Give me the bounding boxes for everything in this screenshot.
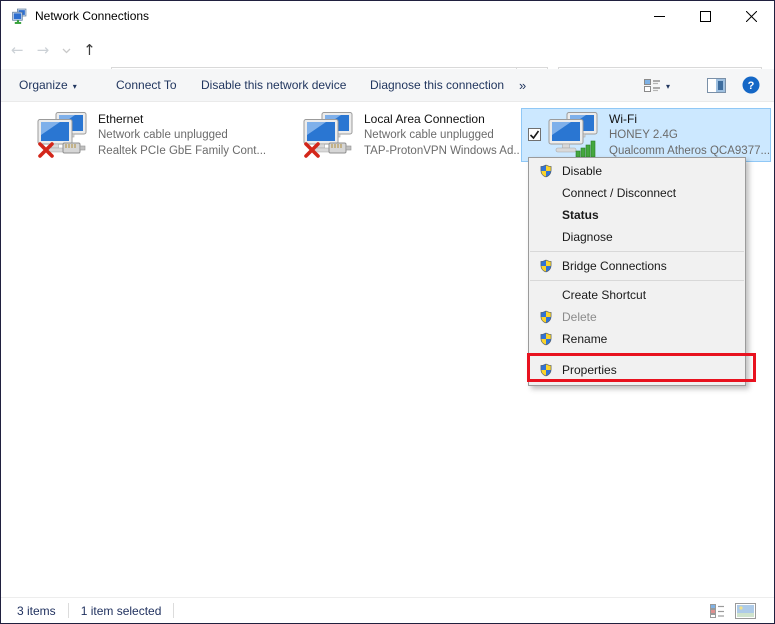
connection-name: Ethernet xyxy=(98,111,266,127)
svg-text:?: ? xyxy=(748,80,755,92)
details-view-icon[interactable] xyxy=(710,604,725,618)
diagnose-connection-label: Diagnose this connection xyxy=(370,78,504,92)
menu-item-label: Bridge Connections xyxy=(562,259,667,273)
connect-to-label: Connect To xyxy=(116,78,177,92)
menu-item-label: Create Shortcut xyxy=(562,288,646,302)
maximize-icon xyxy=(700,11,711,22)
disable-device-button[interactable]: Disable this network device xyxy=(201,69,346,101)
maximize-button[interactable] xyxy=(682,1,728,31)
organize-dropdown-icon: ▾ xyxy=(73,82,77,91)
uac-shield-icon xyxy=(539,332,553,346)
connection-status: Network cable unplugged xyxy=(98,127,266,143)
status-bar: 3 items 1 item selected xyxy=(1,597,774,623)
connection-name: Local Area Connection xyxy=(364,111,519,127)
navigation-bar: ← → ↑ « › Network and Internet › Network… xyxy=(1,31,774,69)
views-button[interactable]: ▾ xyxy=(644,69,670,101)
selection-count: 1 item selected xyxy=(81,604,162,618)
up-icon[interactable]: ↑ xyxy=(83,43,96,58)
menu-separator xyxy=(530,353,744,354)
menu-item-properties[interactable]: Properties xyxy=(529,357,745,383)
uac-shield-icon xyxy=(539,259,553,273)
uac-shield-icon xyxy=(539,164,553,178)
connect-to-button[interactable]: Connect To xyxy=(116,69,177,101)
wifi-context-menu: Disable Connect / Disconnect Status Diag… xyxy=(528,157,746,386)
menu-item-disable[interactable]: Disable xyxy=(529,160,745,182)
menu-item-delete: Delete xyxy=(529,306,745,328)
minimize-icon xyxy=(654,11,665,22)
menu-item-label: Properties xyxy=(562,363,617,377)
uac-shield-icon xyxy=(539,363,553,377)
items-count: 3 items xyxy=(17,604,56,618)
close-button[interactable] xyxy=(728,1,774,31)
menu-item-connect-disconnect[interactable]: Connect / Disconnect xyxy=(529,182,745,204)
connection-device: Realtek PCIe GbE Family Cont... xyxy=(98,143,266,159)
preview-pane-icon xyxy=(707,78,726,93)
help-button[interactable]: ? xyxy=(742,69,760,101)
toolbar-overflow-icon: » xyxy=(519,78,526,93)
menu-item-create-shortcut[interactable]: Create Shortcut xyxy=(529,284,745,306)
title-bar: Network Connections xyxy=(1,1,774,31)
menu-separator xyxy=(530,251,744,252)
close-icon xyxy=(746,11,757,22)
preview-pane-button[interactable] xyxy=(707,69,726,101)
disable-device-label: Disable this network device xyxy=(201,78,346,92)
menu-item-status[interactable]: Status xyxy=(529,204,745,226)
menu-item-label: Rename xyxy=(562,332,607,346)
connection-name: Wi-Fi xyxy=(609,111,770,127)
wifi-selected-checkbox[interactable] xyxy=(528,128,541,141)
connection-info: Local Area Connection Network cable unpl… xyxy=(364,111,519,159)
lan-unplugged-icon xyxy=(302,112,354,158)
statusbar-divider xyxy=(68,603,69,618)
menu-item-label: Diagnose xyxy=(562,230,613,244)
window-title: Network Connections xyxy=(35,9,149,23)
connection-tile-wifi[interactable]: Wi-Fi HONEY 2.4G Qualcomm Atheros QCA937… xyxy=(521,108,771,162)
organize-button[interactable]: Organize ▾ xyxy=(19,69,77,101)
menu-item-label: Status xyxy=(562,208,599,222)
menu-item-label: Connect / Disconnect xyxy=(562,186,676,200)
diagnose-connection-button[interactable]: Diagnose this connection xyxy=(370,69,504,101)
menu-item-diagnose[interactable]: Diagnose xyxy=(529,226,745,248)
menu-item-bridge-connections[interactable]: Bridge Connections xyxy=(529,255,745,277)
network-connections-window: Network Connections ← → ↑ xyxy=(0,0,775,624)
connection-status: Network cable unplugged xyxy=(364,127,519,143)
uac-shield-icon xyxy=(539,310,553,324)
connection-tile-local-area[interactable]: Local Area Connection Network cable unpl… xyxy=(297,109,519,161)
menu-separator xyxy=(530,280,744,281)
nav-history-controls: ← → ↑ xyxy=(11,31,102,69)
minimize-button[interactable] xyxy=(636,1,682,31)
connection-tile-ethernet[interactable]: Ethernet Network cable unplugged Realtek… xyxy=(29,109,291,161)
organize-label: Organize xyxy=(19,78,68,92)
statusbar-divider xyxy=(173,603,174,618)
wifi-adapter-icon xyxy=(547,112,599,158)
large-icons-view-icon[interactable] xyxy=(735,603,756,619)
forward-icon[interactable]: → xyxy=(37,43,50,58)
toolbar-overflow-button[interactable]: » xyxy=(519,69,526,101)
menu-item-rename[interactable]: Rename xyxy=(529,328,745,350)
command-toolbar: Organize ▾ Connect To Disable this netwo… xyxy=(1,69,774,102)
back-icon[interactable]: ← xyxy=(11,43,24,58)
views-dropdown-icon: ▾ xyxy=(666,82,670,91)
menu-item-label: Delete xyxy=(562,310,597,324)
connection-info: Ethernet Network cable unplugged Realtek… xyxy=(98,111,266,159)
history-dropdown-icon[interactable] xyxy=(62,48,71,54)
checkmark-icon xyxy=(529,129,540,140)
menu-item-label: Disable xyxy=(562,164,602,178)
ethernet-unplugged-icon xyxy=(36,112,88,158)
connection-info: Wi-Fi HONEY 2.4G Qualcomm Atheros QCA937… xyxy=(609,111,770,159)
statusbar-view-toggles xyxy=(710,598,756,624)
help-icon: ? xyxy=(742,76,760,94)
connection-device: TAP-ProtonVPN Windows Ad... xyxy=(364,143,519,159)
window-controls xyxy=(636,1,774,31)
network-connections-icon xyxy=(10,8,27,25)
connection-status: HONEY 2.4G xyxy=(609,127,770,143)
views-icon xyxy=(644,78,661,93)
